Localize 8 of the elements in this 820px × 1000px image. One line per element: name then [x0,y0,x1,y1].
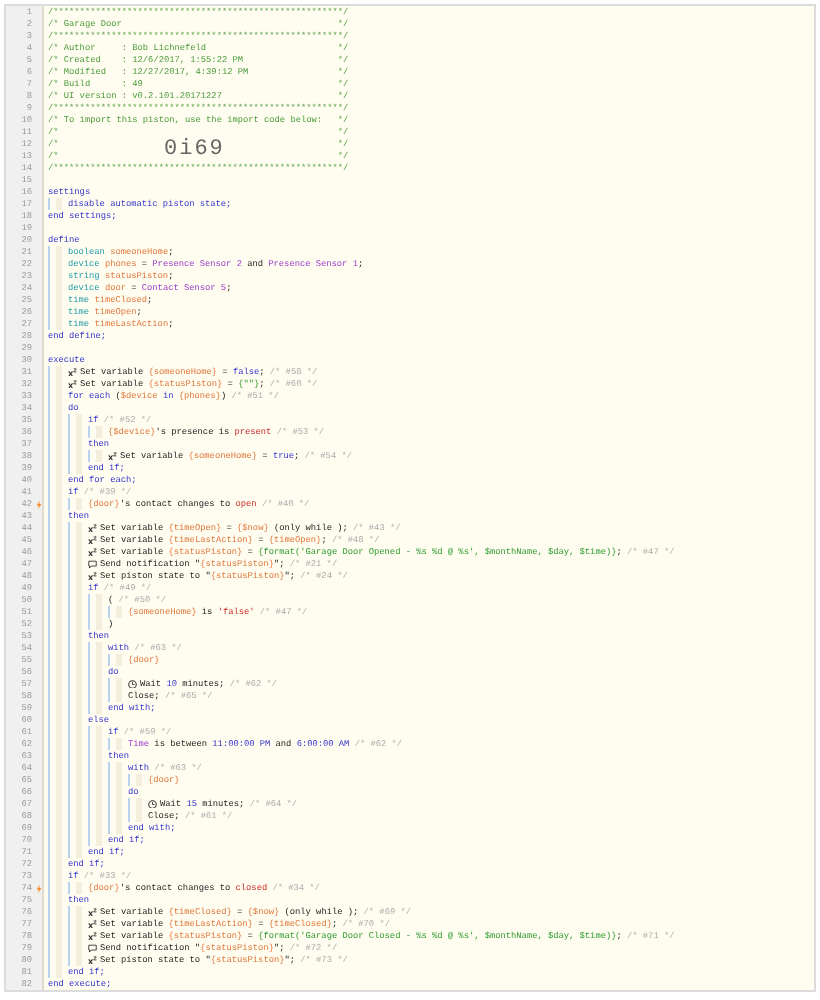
import-code: 0i69 [164,138,225,162]
variable-icon [88,571,97,581]
clock-icon [128,679,137,689]
speech-bubble-icon [88,559,97,569]
clock-icon [148,799,157,809]
speech-bubble-icon [88,943,97,953]
variable-icon [108,451,117,461]
variable-icon [88,955,97,965]
